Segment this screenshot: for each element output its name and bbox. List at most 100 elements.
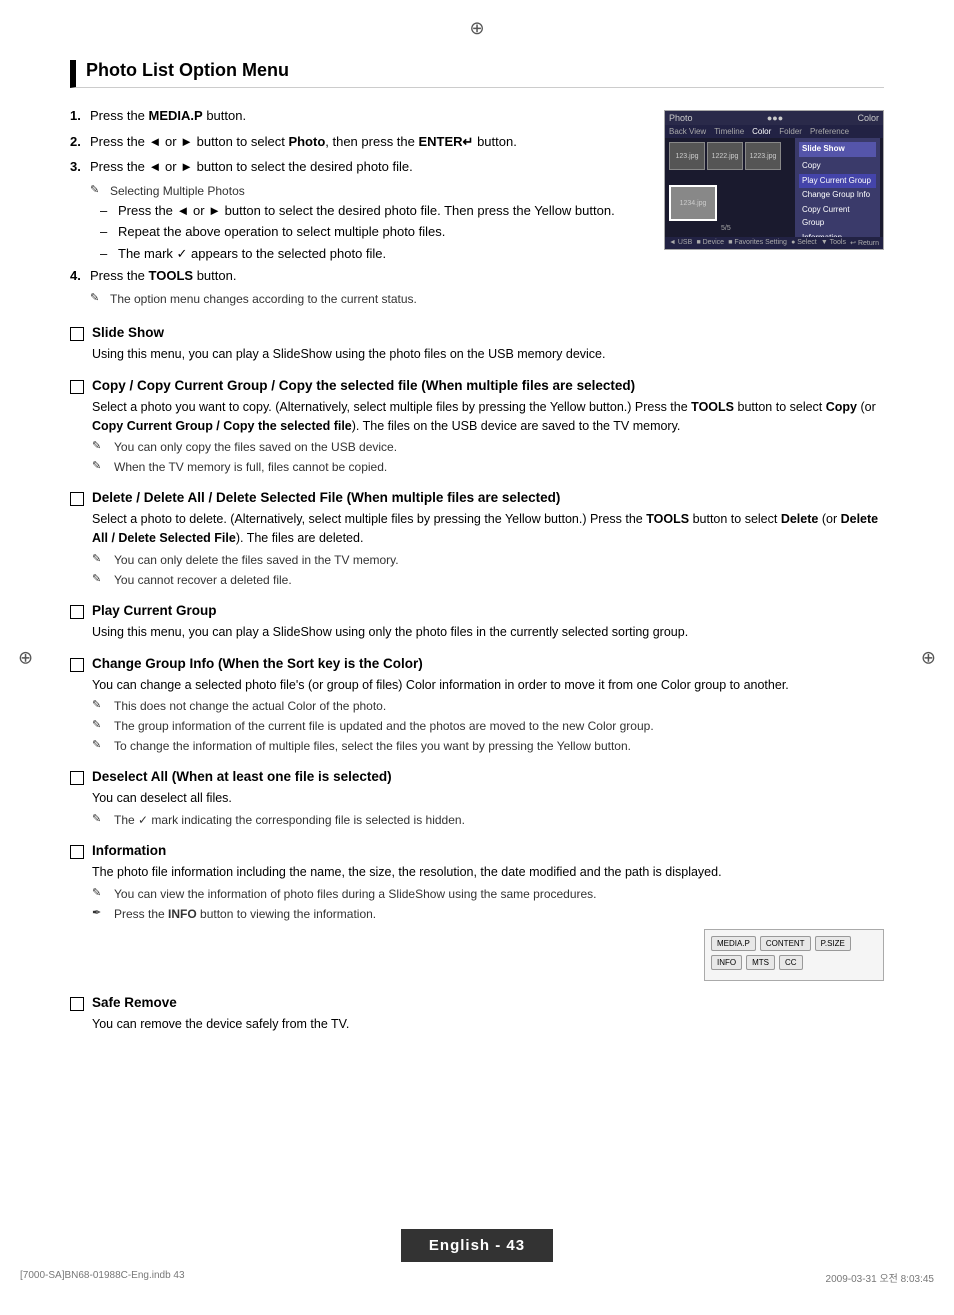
change-note-text-2: The group information of the current fil… — [114, 717, 654, 735]
note-text-selecting: Selecting Multiple Photos — [110, 183, 245, 200]
thumb-4-selected: 1234.jpg — [669, 185, 717, 221]
sub-text-3: The mark ✓ appears to the selected photo… — [118, 245, 386, 263]
menu-copy-current: Copy Current Group — [799, 203, 876, 231]
step-num-2: 2. — [70, 132, 86, 152]
screen-top-bar: Photo ●●● Color — [665, 111, 883, 125]
screen-top-left: Photo — [669, 113, 693, 123]
checkbox-change — [70, 658, 84, 672]
delete-note-text-1: You can only delete the files saved in t… — [114, 551, 399, 569]
option-slide-show-header: Slide Show — [70, 325, 884, 341]
deselect-note-1: ✎ The ✓ mark indicating the correspondin… — [92, 811, 884, 829]
option-copy-title: Copy / Copy Current Group / Copy the sel… — [92, 378, 635, 393]
option-deselect-header: Deselect All (When at least one file is … — [70, 769, 884, 785]
sub-text-2: Repeat the above operation to select mul… — [118, 223, 445, 241]
option-change-body: You can change a selected photo file's (… — [92, 676, 884, 756]
option-copy-header: Copy / Copy Current Group / Copy the sel… — [70, 378, 884, 394]
sub-item-2: – Repeat the above operation to select m… — [100, 223, 644, 241]
change-note-1: ✎ This does not change the actual Color … — [92, 697, 884, 715]
remote-btn-info: INFO — [711, 955, 742, 970]
option-info-title: Information — [92, 843, 166, 858]
checkbox-info — [70, 845, 84, 859]
option-safe-remove: Safe Remove You can remove the device sa… — [70, 995, 884, 1034]
copy-note-2: ✎ When the TV memory is full, files cann… — [92, 458, 884, 476]
checkbox-safe — [70, 997, 84, 1011]
screen-menu: Slide Show Copy Play Current Group Chang… — [795, 138, 880, 238]
screen-content: 123.jpg 1222.jpg 1223.jpg 1234.jpg 5/5 S… — [665, 138, 883, 238]
note-text-option: The option menu changes according to the… — [110, 291, 417, 308]
menu-copy: Copy — [799, 159, 876, 174]
slide-show-text: Using this menu, you can play a SlideSho… — [92, 345, 884, 364]
remote-btn-media: MEDIA.P — [711, 936, 756, 951]
step-4: 4. Press the TOOLS button. — [70, 266, 644, 286]
copy-text: Select a photo you want to copy. (Altern… — [92, 398, 884, 436]
change-note-text-3: To change the information of multiple fi… — [114, 737, 631, 755]
option-deselect-body: You can deselect all files. ✎ The ✓ mark… — [92, 789, 884, 829]
screen-nav-bar: Back View Timeline Color Folder Preferen… — [665, 125, 883, 138]
bar-fav: ■ Favorites Setting — [728, 239, 787, 247]
bottom-area: English - 43 [7000-SA]BN68-01988C-Eng.in… — [0, 1229, 954, 1285]
copy-note-1: ✎ You can only copy the files saved on t… — [92, 438, 884, 456]
deselect-note-sym-1: ✎ — [92, 811, 110, 829]
change-text: You can change a selected photo file's (… — [92, 676, 884, 695]
menu-title: Slide Show — [799, 142, 876, 157]
menu-change-group: Change Group Info — [799, 188, 876, 203]
info-note-text-2: Press the INFO button to viewing the inf… — [114, 905, 376, 923]
screen-thumbs: 123.jpg 1222.jpg 1223.jpg 1234.jpg 5/5 — [665, 138, 795, 238]
deselect-note-text-1: The ✓ mark indicating the corresponding … — [114, 811, 465, 829]
remote-row-1: MEDIA.P CONTENT P.SIZE — [711, 936, 877, 951]
option-play-current-group: Play Current Group Using this menu, you … — [70, 603, 884, 642]
option-delete-header: Delete / Delete All / Delete Selected Fi… — [70, 490, 884, 506]
nav-back-view: Back View — [669, 127, 706, 136]
menu-play-current: Play Current Group — [799, 174, 876, 189]
option-change-header: Change Group Info (When the Sort key is … — [70, 656, 884, 672]
change-note-sym-1: ✎ — [92, 697, 110, 715]
sub-item-1: – Press the ◄ or ► button to select the … — [100, 202, 644, 220]
page-title: Photo List Option Menu — [70, 60, 884, 88]
option-change-group-info: Change Group Info (When the Sort key is … — [70, 656, 884, 756]
safe-text: You can remove the device safely from th… — [92, 1015, 884, 1034]
sub-bullet-1: – — [100, 202, 118, 220]
thumb-3: 1223.jpg — [745, 142, 781, 170]
bottom-file-info: [7000-SA]BN68-01988C-Eng.indb 43 2009-03… — [0, 1270, 954, 1285]
note-icon-2: ✎ — [90, 291, 110, 308]
info-note-2: ✒ Press the INFO button to viewing the i… — [92, 905, 884, 923]
copy-note-text-1: You can only copy the files saved on the… — [114, 438, 397, 456]
checkbox-play — [70, 605, 84, 619]
option-slide-show: Slide Show Using this menu, you can play… — [70, 325, 884, 364]
bar-return: ↩ Return — [850, 239, 879, 247]
right-corner-mark: ⊕ — [921, 647, 936, 668]
remote-row-2: INFO MTS CC — [711, 955, 877, 970]
delete-note-1: ✎ You can only delete the files saved in… — [92, 551, 884, 569]
thumb-2: 1222.jpg — [707, 142, 743, 170]
checkbox-delete — [70, 492, 84, 506]
nav-color: Color — [752, 127, 771, 136]
thumb-1: 123.jpg — [669, 142, 705, 170]
step-num-1: 1. — [70, 106, 86, 126]
delete-note-text-2: You cannot recover a deleted file. — [114, 571, 292, 589]
remote-btn-content: CONTENT — [760, 936, 811, 951]
steps-list: 1. Press the MEDIA.P button. 2. Press th… — [70, 106, 644, 311]
step-2: 2. Press the ◄ or ► button to select Pho… — [70, 132, 644, 152]
checkbox-slide-show — [70, 327, 84, 341]
note-selecting: ✎ Selecting Multiple Photos — [90, 183, 644, 200]
top-corner-mark: ⊕ — [469, 18, 484, 39]
remote-btn-cc: CC — [779, 955, 803, 970]
delete-note-2: ✎ You cannot recover a deleted file. — [92, 571, 884, 589]
checkbox-copy — [70, 380, 84, 394]
play-text: Using this menu, you can play a SlideSho… — [92, 623, 884, 642]
change-note-sym-3: ✎ — [92, 737, 110, 755]
note-icon-pencil: ✎ — [90, 183, 110, 200]
sub-bullet-3: – — [100, 245, 118, 263]
bar-tools: ▼ Tools — [821, 239, 846, 247]
screen-counter: ●●● — [767, 113, 783, 123]
left-corner-mark: ⊕ — [18, 647, 33, 668]
step-1: 1. Press the MEDIA.P button. — [70, 106, 644, 126]
step-num-4: 4. — [70, 266, 86, 286]
page-number: English - 43 — [401, 1229, 553, 1262]
change-note-2: ✎ The group information of the current f… — [92, 717, 884, 735]
copy-note-text-2: When the TV memory is full, files cannot… — [114, 458, 387, 476]
option-info-body: The photo file information including the… — [92, 863, 884, 923]
change-note-3: ✎ To change the information of multiple … — [92, 737, 884, 755]
option-info-header: Information — [70, 843, 884, 859]
option-safe-header: Safe Remove — [70, 995, 884, 1011]
